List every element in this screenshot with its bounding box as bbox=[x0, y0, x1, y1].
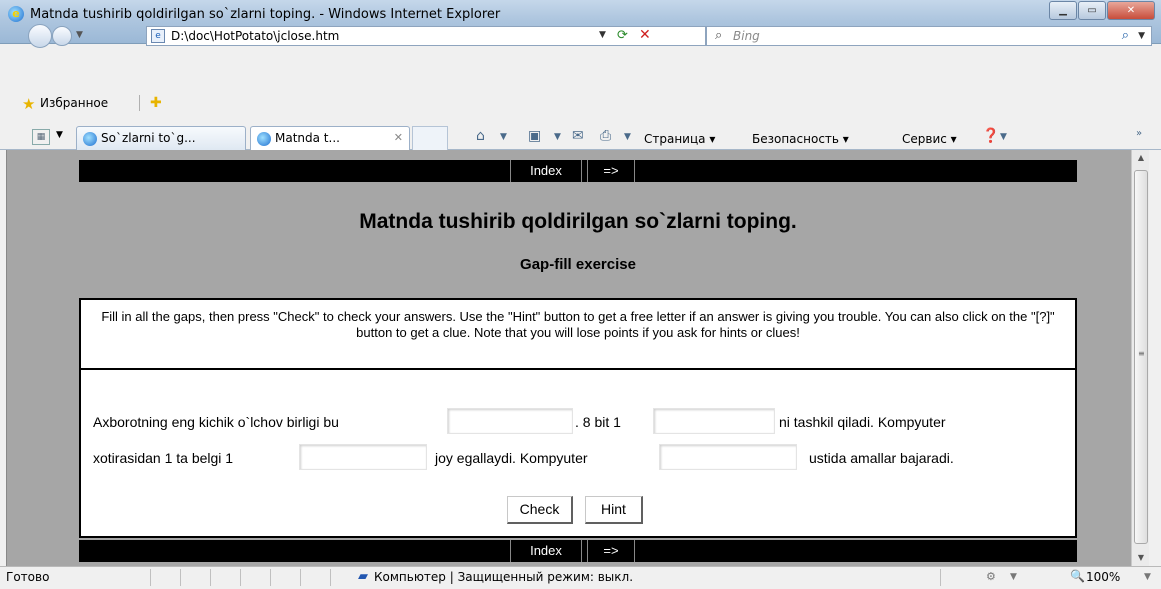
scroll-down-icon[interactable]: ▼ bbox=[1132, 550, 1150, 566]
address-bar[interactable]: e D:\doc\HotPotato\jclose.htm ▼ ⟳ ✕ bbox=[146, 26, 706, 46]
quick-tabs-icon[interactable]: ▦ bbox=[32, 129, 50, 145]
window-title: Matnda tushirib qoldirilgan so`zlarni to… bbox=[30, 7, 501, 22]
gap-input-3[interactable] bbox=[299, 444, 427, 470]
status-bar: Готово ▰ Компьютер | Защищенный режим: в… bbox=[0, 566, 1161, 589]
favorites-button[interactable]: Избранное bbox=[40, 96, 108, 110]
stop-icon[interactable]: ✕ bbox=[639, 27, 651, 43]
next-link[interactable]: => bbox=[587, 160, 635, 182]
address-dropdown-icon[interactable]: ▼ bbox=[599, 30, 606, 40]
print-dropdown-icon[interactable]: ▼ bbox=[624, 132, 631, 142]
window-controls: ▁ ▭ ✕ bbox=[1048, 1, 1155, 20]
page-title: Matnda tushirib qoldirilgan so`zlarni to… bbox=[359, 210, 797, 233]
dropdown-icon[interactable]: ▼ bbox=[1010, 572, 1017, 582]
divider bbox=[150, 569, 151, 586]
home-icon[interactable]: ⌂ bbox=[476, 128, 485, 144]
exercise-text: . 8 bit 1 bbox=[575, 414, 621, 430]
divider bbox=[210, 569, 211, 586]
computer-zone-icon: ▰ bbox=[358, 569, 368, 584]
close-button[interactable]: ✕ bbox=[1107, 1, 1155, 20]
exercise-text: xotirasidan 1 ta belgi 1 bbox=[93, 450, 234, 466]
search-provider-icon: ⌕ bbox=[715, 28, 723, 43]
zoom-icon[interactable]: 🔍 bbox=[1070, 569, 1085, 583]
gap-input-1[interactable] bbox=[447, 408, 573, 434]
security-zone[interactable]: Компьютер | Защищенный режим: выкл. bbox=[374, 570, 633, 584]
zoom-level[interactable]: 100% bbox=[1086, 570, 1120, 584]
index-link[interactable]: Index bbox=[510, 160, 582, 182]
hint-button[interactable]: Hint bbox=[585, 496, 643, 524]
divider bbox=[300, 569, 301, 586]
maximize-button[interactable]: ▭ bbox=[1078, 1, 1106, 20]
exercise-text: joy egallaydi. Kompyuter bbox=[435, 450, 588, 466]
minimize-button[interactable]: ▁ bbox=[1049, 1, 1077, 20]
address-text[interactable]: D:\doc\HotPotato\jclose.htm bbox=[171, 29, 339, 43]
forward-button[interactable] bbox=[52, 26, 72, 46]
back-button[interactable] bbox=[28, 24, 52, 48]
protected-mode-icon[interactable]: ⚙ bbox=[986, 570, 996, 583]
help-dropdown-icon[interactable]: ▼ bbox=[1000, 132, 1007, 142]
instructions-box: Fill in all the gaps, then press "Check"… bbox=[79, 298, 1077, 370]
next-link[interactable]: => bbox=[587, 540, 635, 562]
zoom-dropdown-icon[interactable]: ▼ bbox=[1144, 572, 1151, 582]
search-icon[interactable]: ⌕ bbox=[1122, 28, 1129, 43]
tab-list-dropdown-icon[interactable]: ▼ bbox=[56, 130, 63, 140]
divider bbox=[270, 569, 271, 586]
new-tab-button[interactable] bbox=[412, 126, 448, 150]
favorites-star-icon[interactable]: ★ bbox=[22, 95, 35, 113]
tab-close-icon[interactable]: ✕ bbox=[394, 131, 403, 144]
exercise-box: Axborotning eng kichik o`lchov birligi b… bbox=[79, 370, 1077, 538]
search-placeholder[interactable]: Bing bbox=[733, 29, 760, 43]
chevron-more-icon[interactable]: » bbox=[1136, 128, 1142, 139]
mail-icon[interactable]: ✉ bbox=[572, 128, 584, 144]
scroll-thumb[interactable]: ≡ bbox=[1134, 170, 1148, 544]
page-icon: e bbox=[151, 29, 165, 43]
check-button[interactable]: Check bbox=[507, 496, 573, 524]
divider bbox=[139, 95, 140, 111]
tab-label: Matnda t... bbox=[275, 131, 340, 145]
grip-icon: ≡ bbox=[1138, 349, 1145, 358]
print-icon[interactable]: ⎙ bbox=[600, 128, 611, 144]
refresh-icon[interactable]: ⟳ bbox=[617, 28, 628, 43]
help-icon[interactable]: ❓ bbox=[982, 128, 999, 144]
search-dropdown-icon[interactable]: ▼ bbox=[1138, 31, 1145, 41]
exercise-text: Axborotning eng kichik o`lchov birligi b… bbox=[93, 414, 339, 430]
tab-label: So`zlarni to`g... bbox=[101, 131, 196, 145]
status-text: Готово bbox=[6, 570, 50, 584]
favorites-bar: ★ Избранное ✚ bbox=[0, 90, 1161, 116]
divider bbox=[940, 569, 941, 586]
feeds-dropdown-icon[interactable]: ▼ bbox=[554, 132, 561, 142]
exercise-text: ustida amallar bajaradi. bbox=[809, 450, 954, 466]
tab-matnda[interactable]: Matnda t... ✕ bbox=[250, 126, 410, 150]
gap-input-4[interactable] bbox=[659, 444, 797, 470]
top-navbar: Index => bbox=[79, 160, 1077, 182]
divider bbox=[330, 569, 331, 586]
add-favorite-icon[interactable]: ✚ bbox=[150, 95, 162, 111]
page-viewport: Index => Matnda tushirib qoldirilgan so`… bbox=[6, 150, 1131, 566]
feeds-icon[interactable]: ▣ bbox=[528, 128, 541, 144]
index-link[interactable]: Index bbox=[510, 540, 582, 562]
page-menu[interactable]: Страница ▾ bbox=[644, 132, 715, 146]
page-subtitle: Gap-fill exercise bbox=[520, 256, 636, 273]
safety-menu[interactable]: Безопасность ▾ bbox=[752, 132, 849, 146]
divider bbox=[240, 569, 241, 586]
history-dropdown-icon[interactable]: ▼ bbox=[76, 30, 83, 40]
scroll-up-icon[interactable]: ▲ bbox=[1132, 150, 1150, 166]
ie-tab-icon bbox=[257, 132, 271, 146]
exercise-text: ni tashkil qiladi. Kompyuter bbox=[779, 414, 946, 430]
gap-input-2[interactable] bbox=[653, 408, 775, 434]
tab-sozlarni[interactable]: So`zlarni to`g... bbox=[76, 126, 246, 150]
tools-menu[interactable]: Сервис ▾ bbox=[902, 132, 957, 146]
vertical-scrollbar[interactable]: ▲ ≡ ▼ bbox=[1131, 150, 1149, 566]
tab-bar: ▦ ▼ So`zlarni to`g... Matnda t... ✕ ⌂ ▼ … bbox=[0, 116, 1161, 150]
home-dropdown-icon[interactable]: ▼ bbox=[500, 132, 507, 142]
ie-icon: e bbox=[8, 6, 24, 22]
search-box[interactable]: ⌕ Bing ⌕ ▼ bbox=[706, 26, 1152, 46]
ie-tab-icon bbox=[83, 132, 97, 146]
divider bbox=[180, 569, 181, 586]
bottom-navbar: Index => bbox=[79, 540, 1077, 562]
